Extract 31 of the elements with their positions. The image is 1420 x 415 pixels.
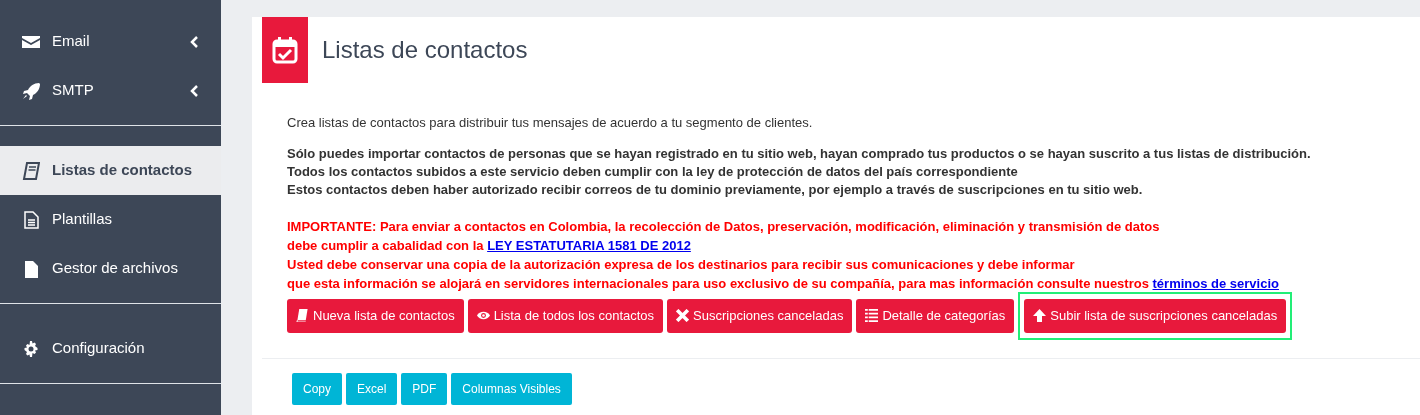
book-icon bbox=[22, 161, 40, 180]
book-icon bbox=[296, 309, 309, 322]
action-button[interactable]: Nueva lista de contactos bbox=[287, 298, 464, 333]
sidebar-item[interactable]: Listas de contactos bbox=[0, 146, 221, 195]
arrow-up-icon bbox=[1033, 309, 1047, 322]
sidebar-item[interactable]: Gestor de archivos bbox=[0, 244, 221, 293]
eye-icon bbox=[476, 309, 490, 322]
rules-paragraph: Sólo puedes importar contactos de personas que se hayan registrado en tu sitio web, hayan comprado tus productos o se hayan suscrito a tus listas de distribución. Todos los contactos subidos a este servicio deben cumplir con la ley de protección de datos del país correspondiente Estos contactos deben haber autorizado recibir correos de tu dominio previamente, por ejemplo a través de suscripciones en tu sitio web. bbox=[287, 144, 1312, 199]
action-button[interactable]: Detalle de categorías bbox=[856, 298, 1015, 333]
close-icon bbox=[676, 309, 690, 322]
intro-text: Crea listas de contactos para distribuir tus mensajes de acuerdo a tu segmento de clientes. bbox=[287, 114, 814, 132]
list-icon bbox=[865, 309, 879, 322]
notice-paragraph: IMPORTANTE: Para enviar a contactos en Colombia, la recolección de Datos, preservación, modificación, eliminación y transmisión de datos debe cumplir a cabalidad con la LEY ESTATUTARIA 1581 DE 2012 Usted debe conservar una copia de la autorización expresa de los destinarios para recibir sus comunicaciones y debe informar que esta información se alojará en servidores internacionales para uso exclusivo de su compañía, para mas información consulte nuestros términos de servicio bbox=[287, 217, 1280, 293]
rocket-icon bbox=[22, 81, 40, 100]
action-button[interactable]: Subir lista de suscripciones canceladas bbox=[1024, 298, 1287, 333]
link[interactable]: términos de servicio bbox=[1152, 275, 1279, 291]
sidebar-item[interactable]: Plantillas bbox=[0, 195, 221, 244]
export-button[interactable]: PDF bbox=[401, 372, 448, 405]
export-button[interactable]: Columnas Visibles bbox=[451, 372, 572, 405]
file-icon bbox=[22, 259, 40, 278]
gear-icon bbox=[22, 339, 40, 358]
action-button[interactable]: Suscripciones canceladas bbox=[667, 298, 853, 333]
document-icon bbox=[22, 210, 40, 229]
link[interactable]: LEY ESTATUTARIA 1581 DE 2012 bbox=[487, 237, 691, 253]
export-button[interactable]: Excel bbox=[346, 372, 398, 405]
sidebar-item[interactable]: Email bbox=[0, 17, 221, 66]
action-button[interactable]: Lista de todos los contactos bbox=[467, 298, 664, 333]
sidebar-item[interactable]: Configuración bbox=[0, 324, 221, 373]
sidebar-item[interactable]: SMTP bbox=[0, 66, 221, 115]
export-button[interactable]: Copy bbox=[292, 372, 342, 405]
page-title: Listas de contactos bbox=[322, 35, 528, 65]
